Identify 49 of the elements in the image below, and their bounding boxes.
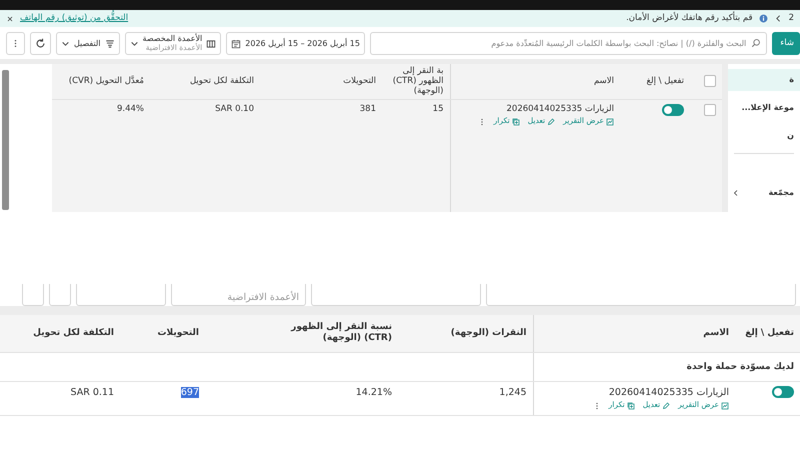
breakdown-dropdown[interactable]: [76, 284, 166, 306]
checkbox[interactable]: [704, 75, 716, 88]
sidebar-item[interactable]: ن: [728, 125, 800, 147]
draft-notice: لديك مسوّدة حملة واحدة: [686, 362, 794, 372]
breakdown-dropdown[interactable]: التفصيل: [56, 32, 120, 55]
more-button[interactable]: [22, 284, 44, 306]
table-cell: 15: [432, 104, 444, 114]
notice-message: قم بتأكيد رقم هاتفك لأغراض الأمان.: [626, 12, 753, 25]
calendar-icon: [231, 38, 242, 48]
refresh-icon: [35, 38, 46, 49]
search-field[interactable]: البحث والفلترة (/) | نصائح: البحث بواسطة الكلمات الرئيسية المُتعدِّدة مدعوم: [370, 32, 768, 55]
table-cell: SAR 0.11: [70, 387, 114, 398]
table-cell: 697: [180, 387, 199, 398]
sidebar-item[interactable]: موعة الإعلا...: [728, 97, 800, 119]
date-range-picker[interactable]: [311, 284, 481, 306]
table-cell: 1,245: [499, 387, 526, 398]
close-icon[interactable]: [6, 14, 14, 22]
sidebar-item[interactable]: مجمّعة: [728, 182, 800, 204]
toggle-switch[interactable]: [662, 104, 684, 116]
campaign-name: الزيارات 20260414025335: [506, 104, 614, 116]
table-cell: 381: [360, 104, 376, 114]
sidebar-item[interactable]: ة: [728, 69, 800, 91]
verify-phone-link[interactable]: التحقُّق من (توثيق) رقم الهاتف: [20, 12, 128, 25]
search-icon: [751, 38, 762, 48]
search-field[interactable]: [486, 284, 796, 306]
chart-icon: [721, 402, 729, 410]
chevron-left-icon: [732, 189, 740, 197]
column-header[interactable]: الاسم: [703, 328, 729, 338]
page-number: 2: [788, 12, 794, 25]
checkbox[interactable]: [704, 104, 716, 116]
create-button[interactable]: شاء: [772, 32, 800, 55]
columns-icon: [206, 38, 216, 48]
column-header[interactable]: تفعيل \ إلغ: [646, 76, 684, 86]
table-cell: 14.21%: [356, 387, 392, 398]
more-button[interactable]: [6, 32, 25, 55]
copy-icon: [512, 118, 520, 126]
table-cell: SAR 0.10: [215, 104, 254, 114]
pencil-icon: [547, 118, 556, 126]
date-range-picker[interactable]: 15 أبريل 2026 – 15 أبريل 2026: [226, 32, 365, 55]
copy-icon: [626, 402, 635, 410]
chart-icon: [606, 118, 614, 126]
column-header[interactable]: الاسم: [594, 76, 614, 86]
toggle-switch[interactable]: [772, 386, 794, 398]
breakdown-icon: [104, 38, 115, 48]
campaign-name: الزيارات 20260414025335: [608, 386, 729, 400]
table-cell: 9.44%: [116, 104, 144, 114]
refresh-button[interactable]: [30, 32, 51, 55]
pencil-icon: [662, 402, 670, 410]
info-icon: [758, 14, 768, 23]
